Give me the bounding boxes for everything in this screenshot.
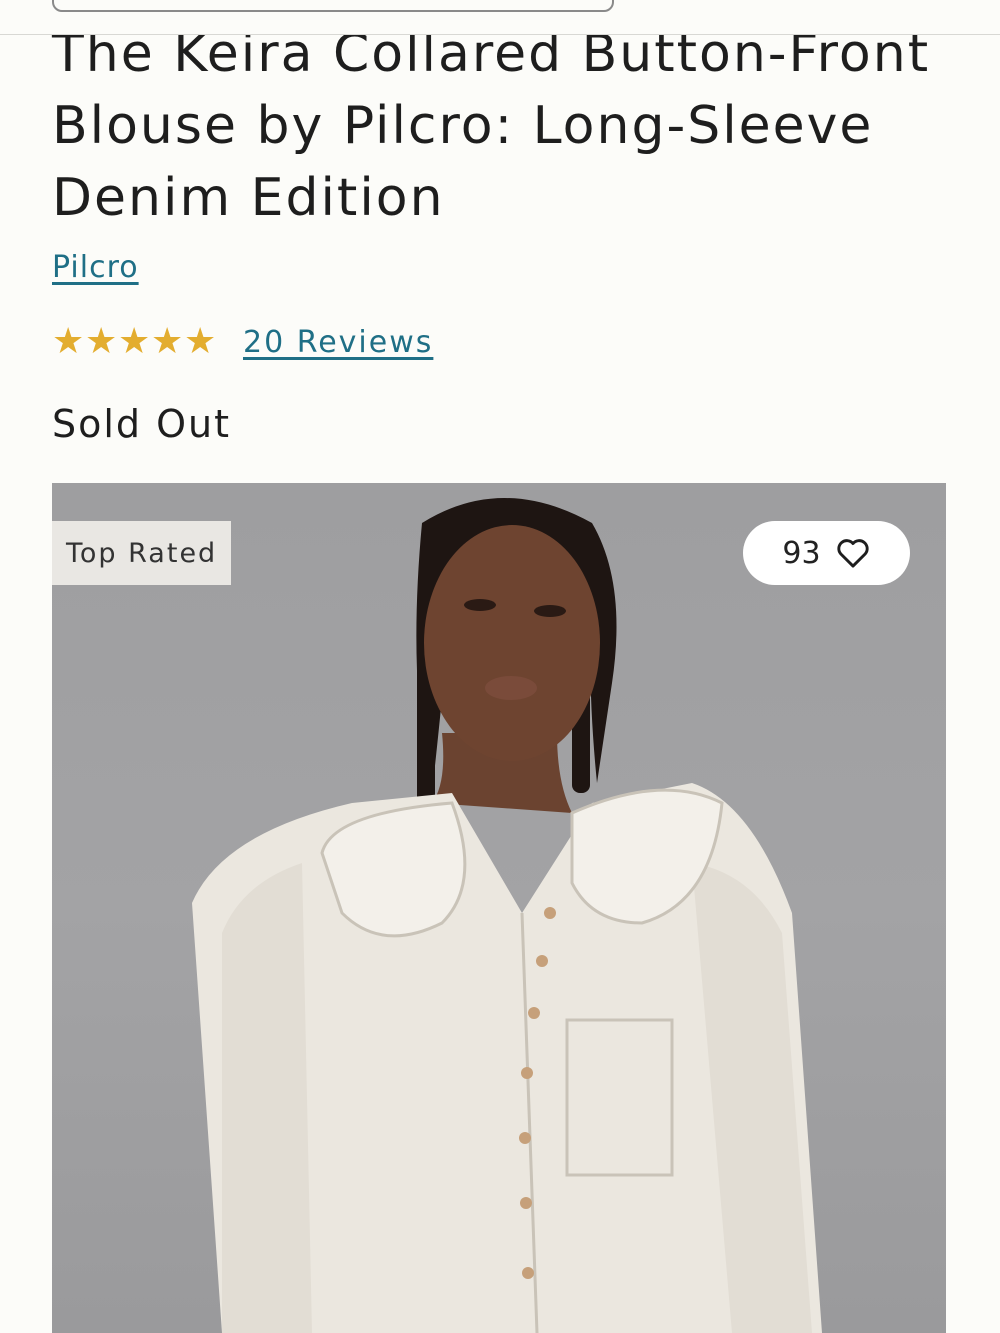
- search-bar[interactable]: [52, 0, 614, 12]
- favorite-button[interactable]: 93: [743, 521, 910, 585]
- model-photo: [192, 498, 822, 1333]
- star-icon: ★: [184, 321, 217, 362]
- stock-status: Sold Out: [52, 402, 232, 446]
- star-icon: ★: [85, 321, 118, 362]
- product-image[interactable]: Top Rated 93: [52, 483, 946, 1333]
- top-rated-badge: Top Rated: [52, 521, 232, 585]
- favorites-count: 93: [782, 535, 821, 571]
- star-rating[interactable]: ★ ★ ★ ★ ★: [52, 322, 217, 362]
- rating-row: ★ ★ ★ ★ ★ 20 Reviews: [52, 322, 433, 362]
- reviews-link[interactable]: 20 Reviews: [243, 325, 433, 360]
- star-icon: ★: [52, 321, 85, 362]
- product-page: The Keira Collared Button-Front Blouse b…: [0, 0, 1000, 1333]
- star-icon: ★: [118, 321, 151, 362]
- star-icon: ★: [151, 321, 184, 362]
- product-title: The Keira Collared Button-Front Blouse b…: [52, 35, 931, 228]
- title-clip: The Keira Collared Button-Front Blouse b…: [0, 35, 1000, 235]
- heart-icon: [837, 539, 869, 568]
- brand-link[interactable]: Pilcro: [52, 250, 139, 285]
